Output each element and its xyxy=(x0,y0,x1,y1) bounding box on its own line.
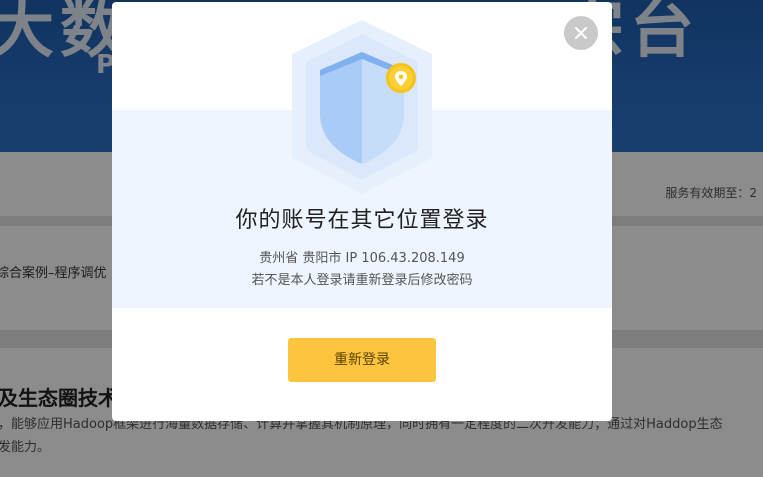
close-icon xyxy=(575,27,587,39)
relogin-button[interactable]: 重新登录 xyxy=(288,338,436,382)
shield-illustration xyxy=(282,16,442,196)
dialog-title: 你的账号在其它位置登录 xyxy=(235,208,489,233)
login-alert-dialog: 你的账号在其它位置登录 贵州省 贵阳市 IP 106.43.208.149 若不… xyxy=(112,2,612,421)
security-tip: 若不是本人登录请重新登录后修改密码 xyxy=(251,273,473,288)
close-button[interactable] xyxy=(564,16,598,50)
location-pin-icon xyxy=(386,63,416,93)
login-location: 贵州省 贵阳市 IP 106.43.208.149 xyxy=(259,251,465,266)
